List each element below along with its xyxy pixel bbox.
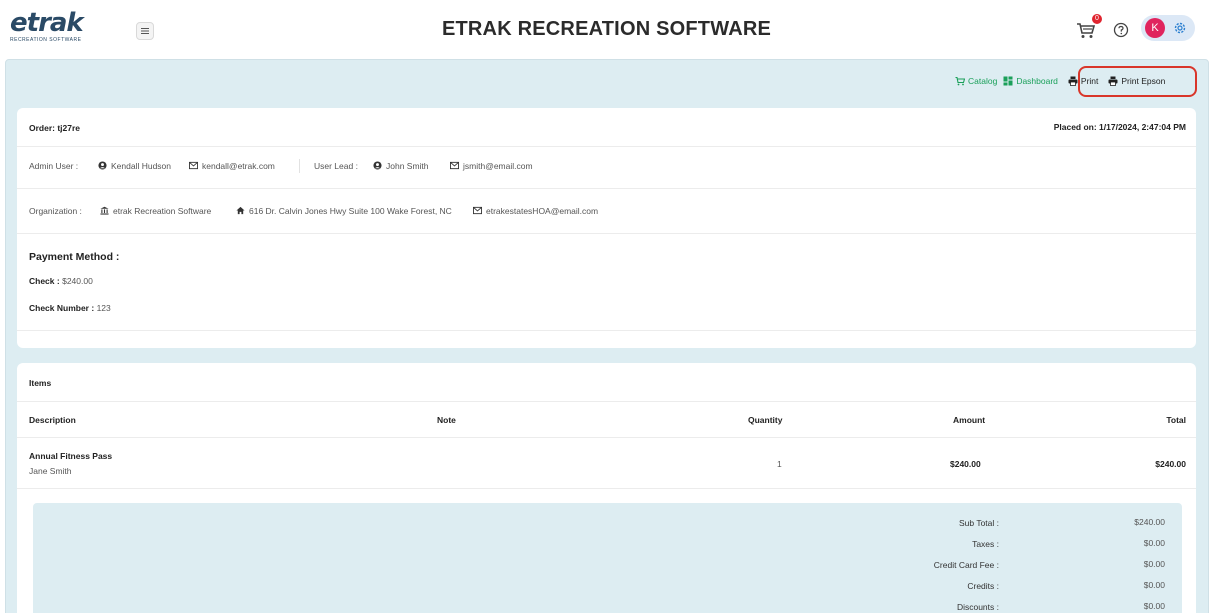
column-quantity: Quantity (748, 415, 783, 425)
help-icon[interactable] (1113, 22, 1129, 38)
hamburger-menu-button[interactable] (136, 22, 154, 40)
item-amount: $240.00 (950, 459, 981, 469)
cart-icon (955, 76, 965, 86)
divider (17, 401, 1196, 402)
admin-user-name: Kendall Hudson (98, 161, 171, 171)
avatar[interactable]: K (1145, 18, 1165, 38)
email-icon (189, 161, 198, 170)
discounts-label: Discounts : (956, 602, 999, 612)
cart-count-badge: 0 (1092, 14, 1102, 24)
dashboard-icon (1003, 76, 1013, 86)
item-total: $240.00 (1155, 459, 1186, 469)
building-icon (100, 206, 109, 215)
column-total: Total (1166, 415, 1186, 425)
column-note: Note (437, 415, 456, 425)
check-value: $240.00 (62, 276, 93, 286)
divider (17, 233, 1196, 234)
organization-name: etrak Recreation Software (100, 206, 211, 216)
print-highlight-outline (1078, 66, 1197, 97)
top-bar: etrak RECREATION SOFTWARE ETRAK RECREATI… (0, 0, 1213, 58)
admin-user-label: Admin User : (29, 161, 79, 171)
catalog-link[interactable]: Catalog (955, 76, 997, 86)
user-icon (373, 161, 382, 170)
credit-card-fee-label: Credit Card Fee : (933, 560, 999, 570)
catalog-label: Catalog (968, 76, 998, 86)
payment-check: Check : $240.00 (29, 276, 93, 286)
dashboard-link[interactable]: Dashboard (1003, 76, 1058, 86)
check-label: Check : (29, 276, 60, 286)
taxes-value: $0.00 (1143, 538, 1165, 548)
gear-icon[interactable] (1173, 21, 1187, 35)
item-quantity: 1 (777, 459, 782, 469)
user-lead-email: jsmith@email.com (450, 161, 533, 171)
credit-card-fee-value: $0.00 (1143, 559, 1165, 569)
items-card: Items Description Note Quantity Amount T… (17, 363, 1196, 613)
discounts-value: $0.00 (1143, 601, 1165, 611)
taxes-label: Taxes : (972, 539, 999, 549)
sub-total-label: Sub Total : (958, 518, 999, 528)
etrak-logo[interactable]: etrak RECREATION SOFTWARE (10, 10, 100, 50)
sub-total-value: $240.00 (1134, 517, 1165, 527)
divider (17, 146, 1196, 147)
app-title: ETRAK RECREATION SOFTWARE (441, 18, 772, 40)
logo-text: etrak (10, 8, 84, 38)
divider (17, 488, 1196, 489)
placed-on-date: Placed on: 1/17/2024, 2:47:04 PM (1053, 122, 1186, 132)
admin-user-email: kendall@etrak.com (189, 161, 275, 171)
user-lead-label: User Lead : (314, 161, 358, 171)
email-icon (473, 206, 482, 215)
totals-panel: Sub Total : $240.00 Taxes : $0.00 Credit… (33, 503, 1182, 613)
printer-icon (1068, 76, 1078, 86)
column-description: Description (29, 415, 76, 425)
order-details-card: Order: tj27re Placed on: 1/17/2024, 2:47… (17, 108, 1196, 348)
check-number-value: 123 (96, 303, 111, 313)
payment-check-number: Check Number : 123 (29, 303, 111, 313)
organization-email: etrakestatesHOA@email.com (473, 206, 598, 216)
divider (17, 188, 1196, 189)
dashboard-label: Dashboard (1016, 76, 1058, 86)
home-icon (236, 206, 245, 215)
organization-label: Organization : (29, 206, 82, 216)
item-description: Annual Fitness Pass (29, 451, 113, 461)
logo-subtitle: RECREATION SOFTWARE (10, 37, 82, 43)
hamburger-icon (141, 28, 149, 34)
email-icon (450, 161, 459, 170)
payment-method-title: Payment Method : (29, 251, 120, 263)
divider (17, 437, 1196, 438)
credits-value: $0.00 (1143, 580, 1165, 590)
divider (299, 159, 300, 173)
organization-address: 616 Dr. Calvin Jones Hwy Suite 100 Wake … (236, 206, 452, 216)
credits-label: Credits : (967, 581, 999, 591)
column-amount: Amount (953, 415, 986, 425)
user-lead-name: John Smith (373, 161, 429, 171)
divider (17, 330, 1196, 331)
user-icon (98, 161, 107, 170)
check-number-label: Check Number : (29, 303, 95, 313)
item-person: Jane Smith (29, 466, 72, 476)
order-number: Order: tj27re (29, 123, 81, 133)
items-title: Items (29, 378, 52, 388)
